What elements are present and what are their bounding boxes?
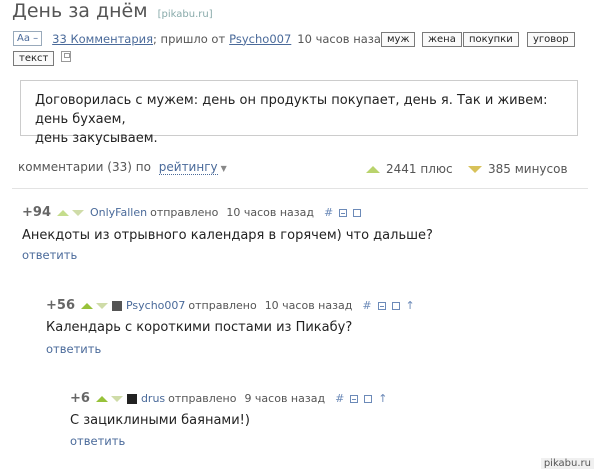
comment-actions: # [324,206,362,219]
post-text-line-1: Договорилась с мужем: день он продукты п… [35,93,548,127]
comment-time: 10 часов назад [226,206,314,219]
comment-header: +56 Psycho007 отправлено 10 часов назад … [46,298,415,313]
comment-header: +94 OnlyFallen отправлено 10 часов назад… [22,205,362,220]
post-title-text[interactable]: День за днём [12,0,148,22]
save-icon[interactable] [364,394,373,403]
comment-sent-label: отправлено [168,392,237,405]
post-source: [pikabu.ru] [157,9,213,20]
hash-icon[interactable]: # [362,299,371,312]
comment-rating: +56 [46,298,75,313]
plus-total: 2441 плюс [366,162,453,176]
minus-count: 385 минусов [488,162,568,176]
comment-text: С зациклиными баянами!) [70,413,250,428]
upvote-icon[interactable] [80,302,93,309]
save-icon[interactable] [61,51,71,62]
upvote-icon[interactable] [95,395,108,402]
comment-rating: +94 [22,205,51,220]
comment-author[interactable]: drus [141,392,165,405]
downvote-icon[interactable] [71,209,84,216]
tag-husband[interactable]: муж [381,32,416,47]
downvote-icon[interactable] [110,395,123,402]
avatar [126,393,137,404]
collapse-icon[interactable] [377,301,386,310]
comment-header: +6 drus отправлено 9 часов назад # ↑ [70,391,388,406]
comment-actions: # ↑ [362,299,414,312]
reply-link[interactable]: ответить [22,248,77,262]
sort-dropdown[interactable]: рейтингу [158,160,218,175]
comment-sent-label: отправлено [188,299,257,312]
post-meta: Aa – 33 Комментария ; пришло от Psycho00… [13,31,389,46]
minus-total: 385 минусов [468,162,568,176]
upvote-icon[interactable] [56,209,69,216]
hash-icon[interactable]: # [324,206,333,219]
chevron-down-icon[interactable]: ▼ [221,164,227,173]
comment-text: Анекдоты из отрывного календаря в горяче… [22,228,433,243]
comment-actions: # ↑ [335,392,387,405]
comments-link[interactable]: 33 Комментария [52,32,153,46]
tag-wife[interactable]: жена [422,32,462,47]
watermark: pikabu.ru [540,458,594,469]
tag-agreement[interactable]: уговор [527,32,575,47]
avatar [111,300,122,311]
post-content: Договорилась с мужем: день он продукты п… [20,80,578,146]
post-title[interactable]: День за днём [pikabu.ru] [12,0,213,22]
comment-time: 9 часов назад [244,392,326,405]
divider [12,188,588,189]
downvote-icon[interactable] [95,302,108,309]
comments-count-label: комментарии (33) по [18,160,151,174]
comment-sent-label: отправлено [150,206,219,219]
comment-text: Календарь с короткими постами из Пикабу? [46,320,353,335]
post-text-line-2: день закусываем. [35,131,158,146]
minus-icon [468,165,482,173]
tag-shopping[interactable]: покупки [463,32,519,47]
hash-icon[interactable]: # [335,392,344,405]
plus-icon [366,165,380,173]
post-time: 10 часов назад [297,31,389,46]
comments-sort-bar: комментарии (33) по рейтингу ▼ [18,160,227,175]
parent-arrow-icon[interactable]: ↑ [406,299,415,312]
from-text: ; пришло от [153,31,226,46]
save-icon[interactable] [391,301,400,310]
font-size-button[interactable]: Aa – [13,31,43,46]
parent-arrow-icon[interactable]: ↑ [378,392,387,405]
comment-rating: +6 [70,391,90,406]
save-icon[interactable] [353,208,362,217]
tag-text[interactable]: текст [13,51,55,66]
collapse-icon[interactable] [339,208,348,217]
collapse-icon[interactable] [350,394,359,403]
plus-count: 2441 плюс [386,162,453,176]
reply-link[interactable]: ответить [70,434,125,448]
post-author-link[interactable]: Psycho007 [229,32,291,46]
comment-author[interactable]: Psycho007 [126,299,185,312]
comment-time: 10 часов назад [264,299,353,312]
comment-author[interactable]: OnlyFallen [90,206,147,219]
reply-link[interactable]: ответить [46,342,101,356]
